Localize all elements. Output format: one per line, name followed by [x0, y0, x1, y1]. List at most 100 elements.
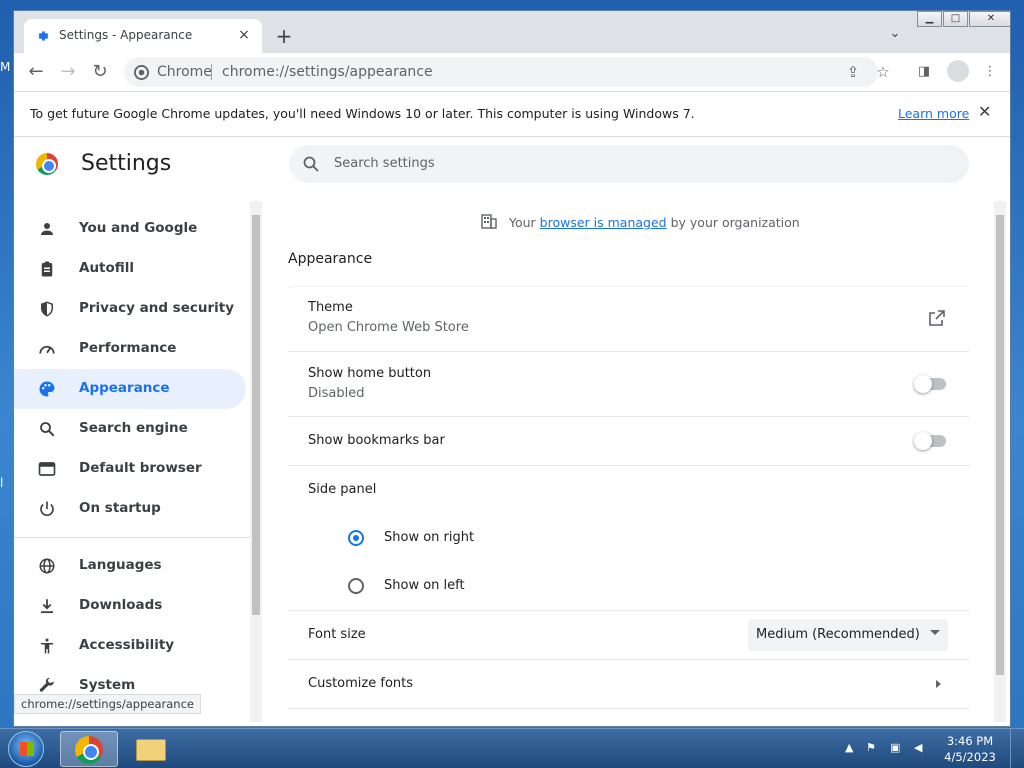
minimize-button[interactable]: ▁ — [917, 11, 942, 27]
tab-search-button[interactable]: ⌄ — [884, 26, 906, 48]
row-subtitle: Disabled — [308, 386, 365, 401]
next-row — [288, 708, 970, 722]
font-size-select[interactable]: Medium (Recommended) — [748, 619, 948, 651]
reload-button[interactable]: ↻ — [88, 61, 112, 85]
folder-icon — [136, 739, 166, 761]
taskbar-chrome[interactable] — [60, 731, 118, 767]
chrome-logo-icon — [134, 65, 149, 80]
scrollbar-thumb[interactable] — [252, 215, 260, 615]
managed-notice: Your browser is managed by your organiza… — [509, 215, 800, 230]
sidebar-item-downloads[interactable]: Downloads — [14, 586, 246, 626]
sidebar-item-default-browser[interactable]: Default browser — [14, 449, 246, 489]
search-placeholder: Search settings — [334, 156, 435, 171]
sidebar-item-languages[interactable]: Languages — [14, 546, 246, 586]
sidebar-item-label: System — [79, 677, 136, 693]
start-button[interactable] — [8, 731, 44, 767]
settings-page: Settings Search settings You and Google … — [14, 137, 1010, 726]
volume-muted-icon[interactable]: ◀ — [914, 741, 930, 755]
close-window-button[interactable]: ✕ — [969, 11, 1010, 27]
chevron-down-icon — [930, 630, 940, 635]
browser-managed-link[interactable]: browser is managed — [540, 215, 667, 230]
speedometer-icon — [39, 345, 55, 354]
sidebar-item-autofill[interactable]: Autofill — [14, 249, 246, 289]
building-icon — [481, 214, 497, 229]
taskbar-clock[interactable]: 3:46 PM 4/5/2023 — [940, 733, 1000, 765]
taskbar-explorer[interactable] — [122, 731, 180, 767]
search-input[interactable]: Search settings — [289, 145, 969, 183]
tab-settings[interactable]: Settings - Appearance × — [24, 19, 262, 53]
scrollbar-thumb[interactable] — [996, 215, 1004, 675]
sidebar-scrollbar[interactable] — [250, 201, 262, 722]
share-icon[interactable]: ⇪ — [842, 61, 864, 83]
maximize-button[interactable]: □ — [943, 11, 968, 27]
sidebar-item-label: Search engine — [79, 420, 188, 436]
search-icon — [40, 422, 55, 437]
side-panel-icon[interactable]: ◨ — [912, 60, 936, 84]
show-desktop-button[interactable] — [1010, 729, 1024, 768]
home-button-row[interactable]: Show home button Disabled — [288, 351, 970, 416]
radio-show-on-left[interactable] — [348, 578, 364, 594]
font-size-row: Font size Medium (Recommended) — [288, 610, 970, 659]
sidebar-item-you-and-google[interactable]: You and Google — [14, 209, 246, 249]
settings-sidebar: You and Google Autofill Privacy and secu… — [14, 201, 264, 722]
row-title: Theme — [308, 300, 353, 315]
clock-time: 3:46 PM — [946, 734, 994, 748]
sidebar-item-label: You and Google — [79, 220, 198, 236]
sidebar-item-privacy[interactable]: Privacy and security — [14, 289, 246, 329]
row-title: Show home button — [308, 366, 432, 381]
external-link-icon[interactable] — [929, 310, 945, 326]
sidebar-item-label: Downloads — [79, 597, 163, 613]
theme-row[interactable]: Theme Open Chrome Web Store — [288, 287, 970, 351]
chrome-icon — [75, 736, 103, 764]
sidebar-item-performance[interactable]: Performance — [14, 329, 246, 369]
desktop-edge-text: M — [0, 60, 11, 74]
main-scrollbar[interactable] — [994, 201, 1006, 722]
sidebar-item-label: Privacy and security — [79, 300, 235, 316]
new-tab-button[interactable]: + — [272, 25, 296, 49]
shield-icon — [41, 301, 53, 317]
learn-more-link[interactable]: Learn more — [898, 106, 969, 121]
tray-expand-button[interactable]: ▲ — [845, 741, 853, 754]
update-infobar: To get future Google Chrome updates, you… — [14, 91, 1010, 137]
chevron-right-icon — [936, 680, 941, 688]
radio-label[interactable]: Show on left — [384, 578, 465, 593]
side-panel-row: Side panel Show on right Show on left — [288, 465, 970, 610]
back-button[interactable]: ← — [24, 61, 48, 85]
appearance-section: Your browser is managed by your organiza… — [288, 201, 970, 722]
profile-avatar[interactable] — [947, 60, 969, 82]
person-icon — [41, 223, 53, 235]
tab-close-button[interactable]: × — [234, 25, 254, 45]
clock-date: 4/5/2023 — [944, 750, 996, 764]
window-controls: ▁ □ ✕ — [916, 11, 1010, 29]
site-label: Chrome — [157, 64, 212, 80]
desktop-edge-text: l — [0, 476, 4, 490]
accessibility-icon — [41, 638, 53, 654]
sidebar-item-search-engine[interactable]: Search engine — [14, 409, 246, 449]
bookmark-star-icon[interactable]: ☆ — [872, 61, 894, 83]
power-icon — [40, 501, 54, 516]
customize-fonts-row[interactable]: Customize fonts — [288, 659, 970, 708]
action-center-icon[interactable]: ⚑ — [866, 741, 882, 755]
select-value: Medium (Recommended) — [756, 627, 920, 642]
address-bar[interactable]: Chrome chrome://settings/appearance ⇪ ☆ — [124, 57, 890, 87]
bookmarks-bar-row[interactable]: Show bookmarks bar — [288, 416, 970, 465]
infobar-message: To get future Google Chrome updates, you… — [30, 106, 695, 121]
omnibox-divider — [211, 64, 212, 80]
sidebar-item-accessibility[interactable]: Accessibility — [14, 626, 246, 666]
sidebar-item-appearance[interactable]: Appearance — [14, 369, 246, 409]
gear-icon — [38, 31, 49, 41]
radio-label[interactable]: Show on right — [384, 530, 474, 545]
sidebar-item-label: Performance — [79, 340, 177, 356]
bookmarks-bar-toggle[interactable] — [914, 432, 946, 450]
home-button-toggle[interactable] — [914, 375, 946, 393]
forward-button[interactable]: → — [56, 61, 80, 85]
browser-icon — [38, 462, 56, 476]
sidebar-item-on-startup[interactable]: On startup — [14, 489, 246, 529]
url-text[interactable]: chrome://settings/appearance — [222, 64, 433, 80]
network-icon[interactable]: ▣ — [890, 741, 906, 755]
managed-suffix: by your organization — [670, 215, 800, 230]
menu-kebab-icon[interactable]: ⋮ — [978, 60, 1002, 84]
appearance-card: Theme Open Chrome Web Store Show home bu… — [288, 287, 970, 722]
radio-show-on-right[interactable] — [348, 530, 364, 546]
infobar-close-button[interactable]: ✕ — [978, 102, 991, 121]
